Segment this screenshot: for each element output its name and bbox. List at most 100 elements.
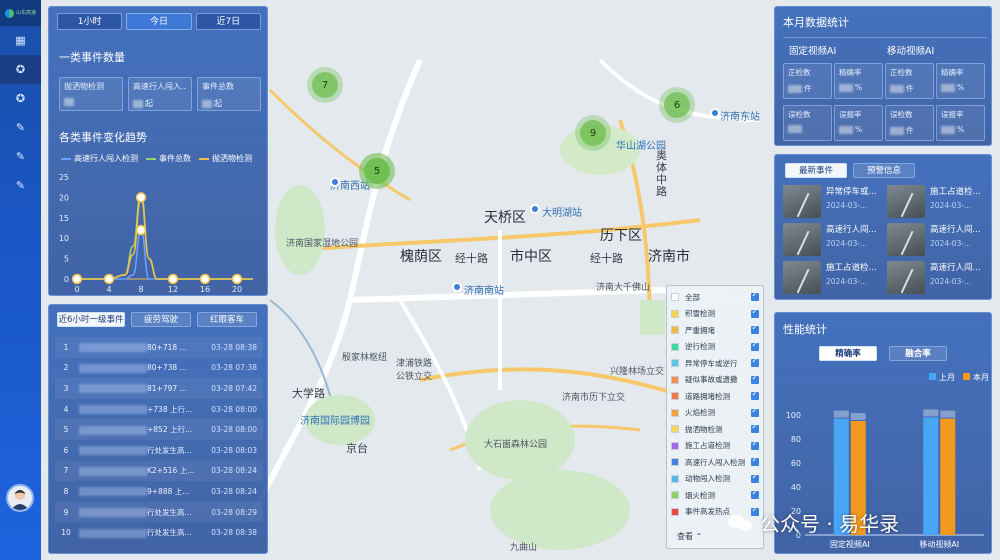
tab-precision[interactable]: 精确率 (819, 346, 877, 361)
event-card[interactable]: 高速行人闯... 2024-03-... (887, 261, 987, 294)
data-point[interactable] (231, 273, 243, 285)
time-filter-today[interactable]: 今日 (126, 13, 192, 30)
stat-box[interactable]: 抛洒物检测 (59, 77, 123, 111)
monthly-stat-box[interactable]: 精确率% (936, 63, 985, 99)
event-card[interactable]: 高速行人闯... 2024-03-... (783, 223, 883, 256)
time-filter-7d[interactable]: 近7日 (195, 13, 261, 30)
table-row[interactable]: 4 +738 上行... 03-28 08:00 (55, 399, 263, 420)
checkbox-checked-icon[interactable] (751, 406, 759, 417)
checkbox-checked-icon[interactable] (751, 356, 759, 368)
checkbox-checked-icon[interactable] (751, 422, 759, 434)
checkbox-checked-icon[interactable] (751, 290, 759, 302)
checkbox-checked-icon[interactable] (751, 439, 759, 450)
checkbox-checked-icon[interactable] (751, 472, 759, 483)
table-row[interactable]: 3 81+797 ... 03-28 07:42 (55, 378, 263, 399)
tab-warnings[interactable]: 预警信息 (853, 163, 915, 178)
table-row[interactable]: 1 80+718 ... 03-28 08:38 (55, 337, 263, 358)
table-row[interactable]: 8 9+888 上... 03-28 08:24 (55, 481, 263, 502)
nav-item-report-1[interactable]: ✎ (0, 113, 41, 142)
layer-color-swatch (671, 375, 679, 384)
map-pin-icon[interactable] (530, 204, 540, 214)
data-point[interactable] (135, 192, 147, 203)
event-card[interactable]: 施工占道检... 2024-03-... (887, 185, 987, 218)
layer-toggle[interactable]: 严重拥堵 (667, 322, 763, 339)
layer-toggle[interactable]: 道路拥堵检测 (667, 388, 763, 405)
event-cluster-marker[interactable]: 7 (312, 72, 338, 98)
event-card[interactable]: 高速行人闯... 2024-03-... (887, 223, 987, 256)
bar[interactable] (923, 417, 939, 535)
layer-toggle[interactable]: 施工占道检测 (667, 438, 763, 455)
x-tick-label: 16 (200, 285, 210, 294)
layer-toggle[interactable]: 烟火检测 (667, 487, 763, 504)
chevron-up-icon: ⌃ (695, 532, 703, 541)
table-row[interactable]: 10 行处发生高... 03-28 08:38 (55, 522, 263, 543)
monthly-stat-box[interactable]: 误检数 (783, 105, 832, 141)
nav-item-dashboard[interactable]: ▦ (0, 26, 41, 55)
checkbox-checked-icon[interactable] (751, 389, 759, 401)
layer-toggle[interactable]: 积雪检测 (667, 306, 763, 323)
layer-toggle[interactable]: 抛洒物检测 (667, 421, 763, 438)
checkbox-checked-icon[interactable] (751, 323, 759, 335)
checkbox-checked-icon[interactable] (751, 340, 759, 351)
table-row[interactable]: 6 行处发生高... 03-28 08:03 (55, 440, 263, 461)
checkbox-checked-icon[interactable] (751, 488, 759, 500)
time-filter: 1小时 今日 近7日 (57, 13, 261, 30)
monthly-stat-box[interactable]: 误报率% (936, 105, 985, 141)
table-row[interactable]: 9 行处发生高... 03-28 08:29 (55, 501, 263, 523)
tab-red-eye-bus[interactable]: 红眼客车 (197, 312, 257, 327)
nav-item-report-2[interactable]: ✎ (0, 142, 41, 171)
nav-item-events[interactable]: ✪ (0, 55, 41, 84)
table-row[interactable]: 5 +852 上行... 03-28 08:00 (55, 419, 263, 440)
checkbox-checked-icon[interactable] (751, 455, 759, 467)
monthly-stat-box[interactable]: 误检数件 (885, 105, 934, 141)
data-point[interactable] (199, 273, 211, 285)
checkbox-checked-icon[interactable] (751, 373, 759, 384)
tab-recent-events[interactable]: 近6小时一级事件 (57, 312, 125, 327)
layer-toggle[interactable]: 异常停车或逆行 (667, 355, 763, 372)
layer-toggle[interactable]: 动物闯入检测 (667, 471, 763, 488)
event-title: 高速行人闯... (930, 263, 981, 273)
stat-box[interactable]: 事件总数 起 (197, 77, 261, 111)
data-point[interactable] (167, 273, 179, 285)
layer-footer[interactable]: 查看 ⌃ (677, 531, 702, 542)
event-cluster-marker[interactable]: 5 (364, 158, 390, 184)
layer-toggle[interactable]: 高速行人闯入检测 (667, 454, 763, 471)
stat-value: 件 (890, 83, 929, 94)
event-title: 施工占道检... (930, 187, 981, 197)
data-point[interactable] (71, 273, 83, 285)
map-pin-icon[interactable] (330, 177, 340, 187)
nav-item-alarms[interactable]: ✪ (0, 84, 41, 113)
monthly-stat-box[interactable]: 精确率% (834, 63, 883, 99)
monthly-stat-box[interactable]: 正检数件 (783, 63, 832, 99)
event-card[interactable]: 施工占道检... 2024-03-... (783, 261, 883, 294)
layer-toggle[interactable]: 逆行检测 (667, 339, 763, 356)
tab-fusion[interactable]: 融合率 (889, 346, 947, 361)
user-avatar[interactable] (6, 484, 34, 512)
table-row[interactable]: 7 K2+516 上... 03-28 08:24 (55, 460, 263, 482)
map-pin-icon[interactable] (452, 282, 462, 292)
event-thumbnail (887, 223, 925, 256)
monthly-stat-box[interactable]: 误报率% (834, 105, 883, 141)
event-card[interactable]: 异常停车或... 2024-03-... (783, 185, 883, 218)
stat-box[interactable]: 高速行人闯入... 起 (128, 77, 192, 111)
map-pin-icon[interactable] (710, 108, 720, 118)
layer-color-swatch (671, 293, 679, 302)
tab-fatigue[interactable]: 疲劳驾驶 (131, 312, 191, 327)
monthly-stat-box[interactable]: 正检数件 (885, 63, 934, 99)
event-cluster-marker[interactable]: 9 (580, 120, 606, 146)
table-row[interactable]: 2 80+738 ... 03-28 07:38 (55, 358, 263, 379)
event-cluster-marker[interactable]: 6 (664, 92, 690, 118)
data-point[interactable] (103, 273, 115, 285)
bar[interactable] (940, 418, 956, 535)
layer-toggle[interactable]: 火焰检测 (667, 405, 763, 422)
stat-label: 误检数 (788, 110, 811, 119)
data-point[interactable] (135, 224, 147, 236)
tab-latest-events[interactable]: 最新事件 (785, 163, 847, 178)
checkbox-checked-icon[interactable] (751, 307, 759, 318)
time-filter-1h[interactable]: 1小时 (57, 13, 123, 30)
layer-toggle[interactable]: 疑似事故或遗撒 (667, 372, 763, 389)
edit-document-icon: ✎ (15, 150, 26, 163)
layer-toggle[interactable]: 全部 (667, 289, 763, 306)
nav-item-report-3[interactable]: ✎ (0, 171, 41, 200)
row-description: 81+797 ... (77, 378, 207, 399)
